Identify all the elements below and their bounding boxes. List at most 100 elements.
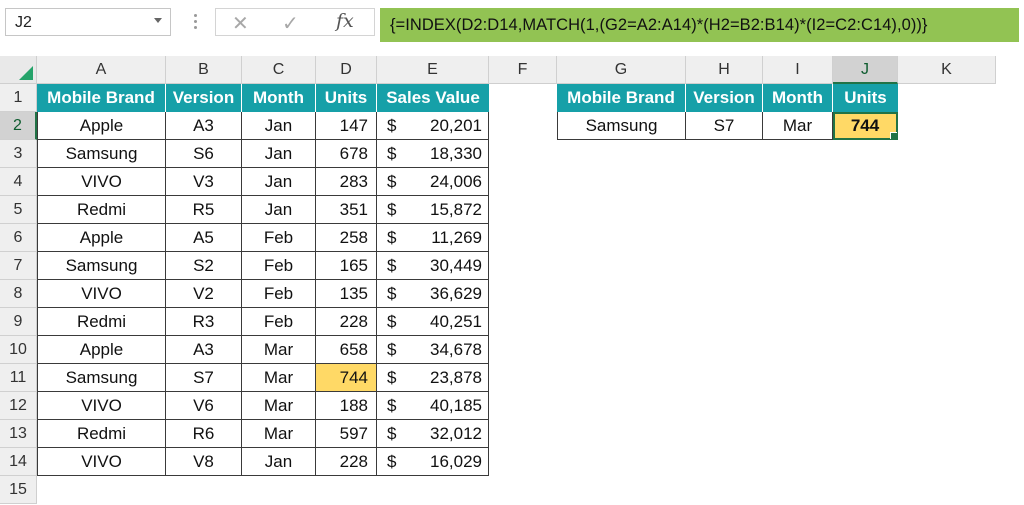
col-header-a[interactable]: A bbox=[37, 56, 166, 84]
row-header-3[interactable]: 3 bbox=[0, 140, 37, 168]
version-cell[interactable]: R6 bbox=[166, 420, 242, 448]
row-header-5[interactable]: 5 bbox=[0, 196, 37, 224]
version-cell[interactable]: A5 bbox=[166, 224, 242, 252]
lookup-month-cell[interactable]: Mar bbox=[763, 112, 833, 140]
month-cell[interactable]: Mar bbox=[242, 392, 316, 420]
row-header-11[interactable]: 11 bbox=[0, 364, 37, 392]
row-header-13[interactable]: 13 bbox=[0, 420, 37, 448]
brand-cell[interactable]: Samsung bbox=[37, 252, 166, 280]
brand-cell[interactable]: Samsung bbox=[37, 364, 166, 392]
col-header-f[interactable]: F bbox=[489, 56, 557, 84]
sales-value-cell[interactable]: $40,185 bbox=[377, 392, 489, 420]
lookup-version-cell[interactable]: S7 bbox=[686, 112, 763, 140]
chevron-down-icon[interactable] bbox=[154, 18, 162, 23]
sales-value-cell[interactable]: $40,251 bbox=[377, 308, 489, 336]
month-cell[interactable]: Jan bbox=[242, 112, 316, 140]
row-header-10[interactable]: 10 bbox=[0, 336, 37, 364]
month-cell[interactable]: Mar bbox=[242, 364, 316, 392]
row-header-6[interactable]: 6 bbox=[0, 224, 37, 252]
units-cell[interactable]: 188 bbox=[316, 392, 377, 420]
brand-cell[interactable]: Apple bbox=[37, 336, 166, 364]
brand-cell[interactable]: Redmi bbox=[37, 196, 166, 224]
insert-function-icon[interactable]: fx bbox=[336, 10, 354, 32]
col-header-k[interactable]: K bbox=[898, 56, 996, 84]
brand-cell[interactable]: Samsung bbox=[37, 140, 166, 168]
units-cell[interactable]: 147 bbox=[316, 112, 377, 140]
units-cell[interactable]: 351 bbox=[316, 196, 377, 224]
version-cell[interactable]: R3 bbox=[166, 308, 242, 336]
month-cell[interactable]: Jan bbox=[242, 168, 316, 196]
month-cell[interactable]: Feb bbox=[242, 224, 316, 252]
row-header-15[interactable]: 15 bbox=[0, 476, 37, 504]
version-cell[interactable]: V2 bbox=[166, 280, 242, 308]
month-cell[interactable]: Feb bbox=[242, 308, 316, 336]
brand-cell[interactable]: Redmi bbox=[37, 420, 166, 448]
sales-value-cell[interactable]: $23,878 bbox=[377, 364, 489, 392]
units-cell[interactable]: 283 bbox=[316, 168, 377, 196]
month-cell[interactable]: Feb bbox=[242, 280, 316, 308]
lookup-brand-cell[interactable]: Samsung bbox=[557, 112, 686, 140]
month-cell[interactable]: Mar bbox=[242, 420, 316, 448]
lookup-result-cell[interactable]: 744 bbox=[833, 112, 898, 140]
month-cell[interactable]: Jan bbox=[242, 140, 316, 168]
select-all-button[interactable] bbox=[0, 56, 37, 84]
units-cell[interactable]: 744 bbox=[316, 364, 377, 392]
sales-value-cell[interactable]: $11,269 bbox=[377, 224, 489, 252]
brand-cell[interactable]: Redmi bbox=[37, 308, 166, 336]
header-month[interactable]: Month bbox=[242, 84, 316, 112]
sales-value-cell[interactable]: $36,629 bbox=[377, 280, 489, 308]
units-cell[interactable]: 165 bbox=[316, 252, 377, 280]
row-header-14[interactable]: 14 bbox=[0, 448, 37, 476]
version-cell[interactable]: A3 bbox=[166, 112, 242, 140]
version-cell[interactable]: V8 bbox=[166, 448, 242, 476]
version-cell[interactable]: S2 bbox=[166, 252, 242, 280]
units-cell[interactable]: 228 bbox=[316, 448, 377, 476]
col-header-c[interactable]: C bbox=[242, 56, 316, 84]
brand-cell[interactable]: VIVO bbox=[37, 392, 166, 420]
row-header-8[interactable]: 8 bbox=[0, 280, 37, 308]
units-cell[interactable]: 678 bbox=[316, 140, 377, 168]
units-cell[interactable]: 258 bbox=[316, 224, 377, 252]
sales-value-cell[interactable]: $32,012 bbox=[377, 420, 489, 448]
row-header-1[interactable]: 1 bbox=[0, 84, 37, 112]
brand-cell[interactable]: VIVO bbox=[37, 168, 166, 196]
lookup-header-mobile-brand[interactable]: Mobile Brand bbox=[557, 84, 686, 112]
sales-value-cell[interactable]: $30,449 bbox=[377, 252, 489, 280]
sales-value-cell[interactable]: $34,678 bbox=[377, 336, 489, 364]
version-cell[interactable]: S6 bbox=[166, 140, 242, 168]
row-header-9[interactable]: 9 bbox=[0, 308, 37, 336]
col-header-j[interactable]: J bbox=[833, 56, 898, 84]
cancel-icon[interactable]: ✕ bbox=[232, 11, 249, 36]
sales-value-cell[interactable]: $24,006 bbox=[377, 168, 489, 196]
enter-icon[interactable]: ✓ bbox=[282, 11, 299, 36]
brand-cell[interactable]: Apple bbox=[37, 112, 166, 140]
units-cell[interactable]: 228 bbox=[316, 308, 377, 336]
col-header-g[interactable]: G bbox=[557, 56, 686, 84]
row-header-7[interactable]: 7 bbox=[0, 252, 37, 280]
units-cell[interactable]: 658 bbox=[316, 336, 377, 364]
version-cell[interactable]: A3 bbox=[166, 336, 242, 364]
header-sales-value[interactable]: Sales Value bbox=[377, 84, 489, 112]
brand-cell[interactable]: VIVO bbox=[37, 448, 166, 476]
col-header-d[interactable]: D bbox=[316, 56, 377, 84]
header-version[interactable]: Version bbox=[166, 84, 242, 112]
sales-value-cell[interactable]: $16,029 bbox=[377, 448, 489, 476]
row-header-12[interactable]: 12 bbox=[0, 392, 37, 420]
sales-value-cell[interactable]: $18,330 bbox=[377, 140, 489, 168]
row-header-2[interactable]: 2 bbox=[0, 112, 37, 140]
version-cell[interactable]: S7 bbox=[166, 364, 242, 392]
col-header-b[interactable]: B bbox=[166, 56, 242, 84]
units-cell[interactable]: 135 bbox=[316, 280, 377, 308]
lookup-header-month[interactable]: Month bbox=[763, 84, 833, 112]
units-cell[interactable]: 597 bbox=[316, 420, 377, 448]
month-cell[interactable]: Jan bbox=[242, 196, 316, 224]
col-header-e[interactable]: E bbox=[377, 56, 489, 84]
lookup-header-units[interactable]: Units bbox=[833, 84, 898, 112]
row-header-4[interactable]: 4 bbox=[0, 168, 37, 196]
header-mobile-brand[interactable]: Mobile Brand bbox=[37, 84, 166, 112]
name-box[interactable]: J2 bbox=[5, 8, 171, 36]
col-header-h[interactable]: H bbox=[686, 56, 763, 84]
header-units[interactable]: Units bbox=[316, 84, 377, 112]
sales-value-cell[interactable]: $15,872 bbox=[377, 196, 489, 224]
brand-cell[interactable]: VIVO bbox=[37, 280, 166, 308]
